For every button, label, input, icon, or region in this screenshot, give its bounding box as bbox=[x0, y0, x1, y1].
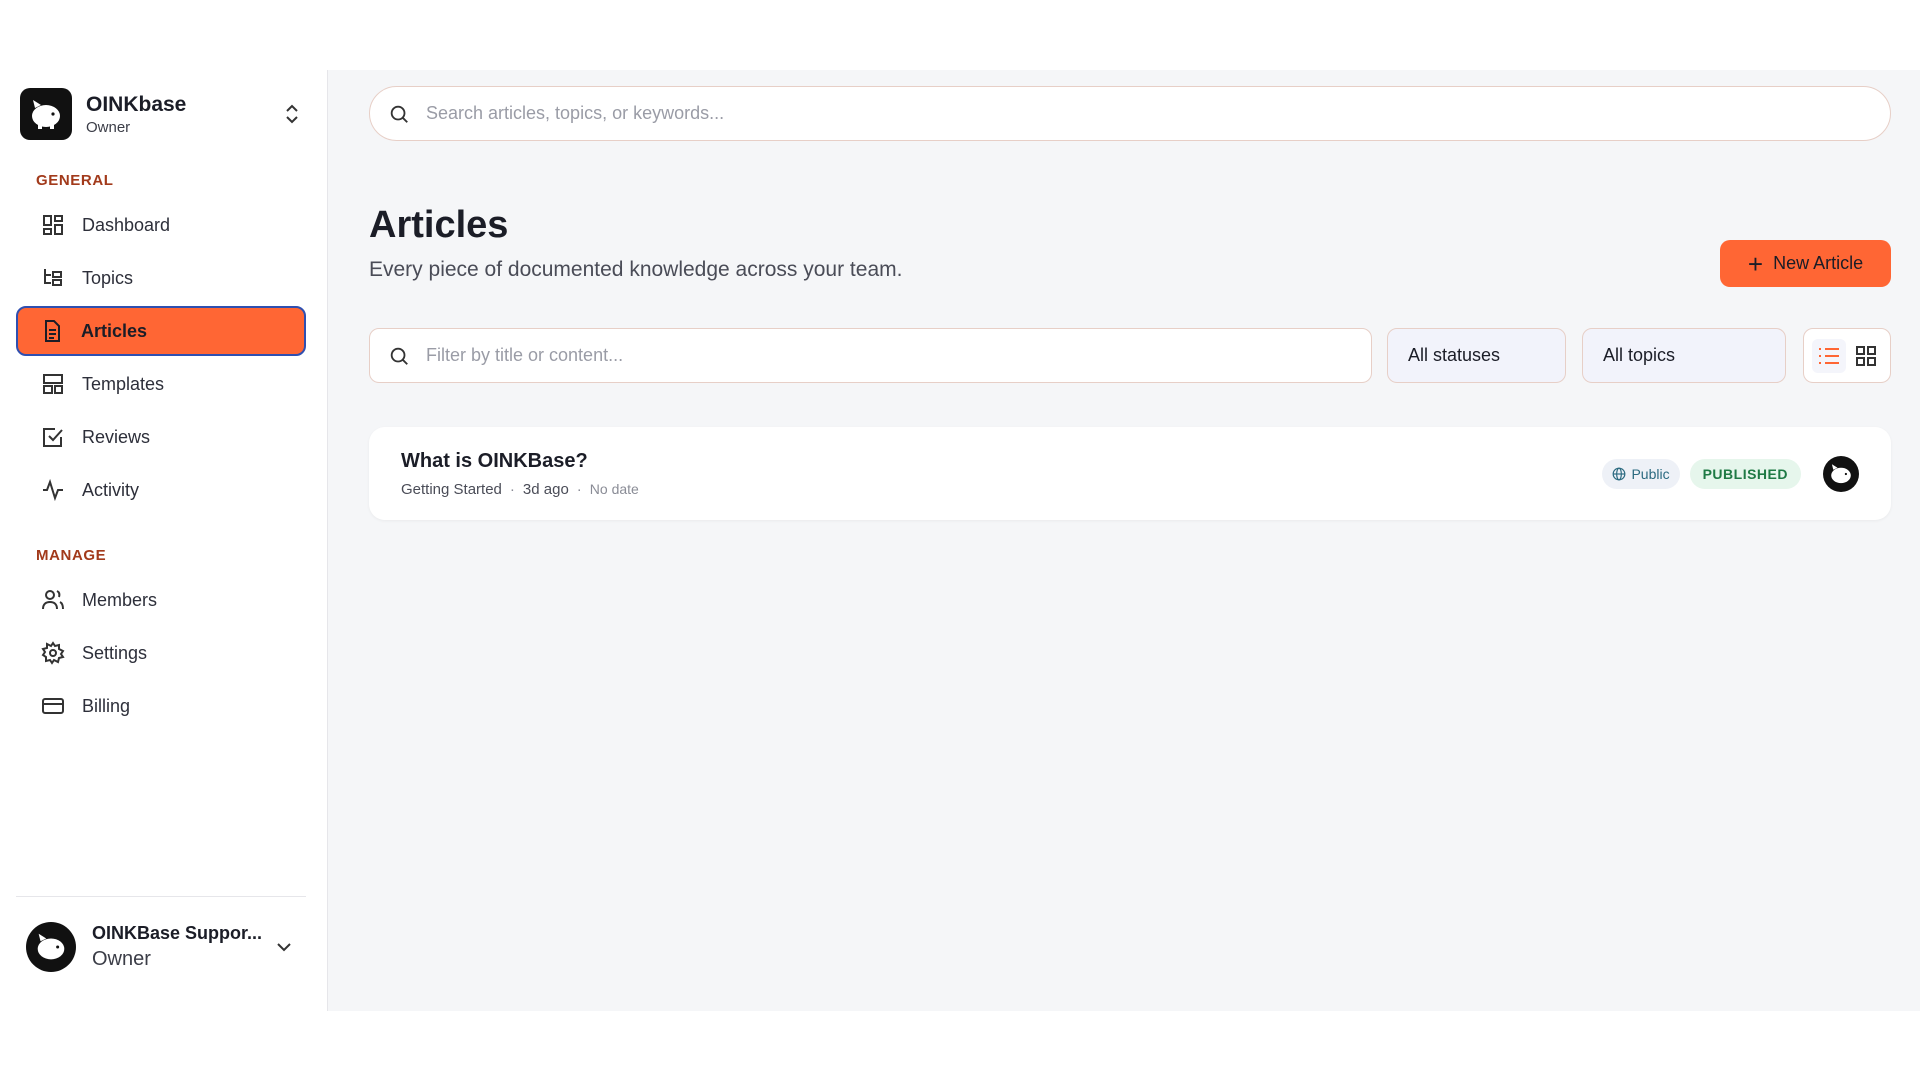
members-icon bbox=[40, 587, 66, 613]
workspace-name: OINKbase bbox=[86, 92, 187, 116]
dashboard-icon bbox=[40, 212, 66, 238]
manage-nav: Members Settings Billing bbox=[16, 575, 306, 734]
page-title: Articles bbox=[369, 204, 509, 246]
sidebar-item-settings[interactable]: Settings bbox=[16, 628, 306, 678]
settings-icon bbox=[40, 640, 66, 666]
avatar bbox=[26, 921, 76, 972]
app-window: OINKbase Owner GENERAL Dashboard Topics … bbox=[0, 70, 1920, 1011]
list-view-icon[interactable] bbox=[1811, 338, 1846, 373]
topics-icon bbox=[40, 265, 66, 291]
visibility-label: Public bbox=[1631, 465, 1670, 482]
pig-avatar-icon bbox=[37, 933, 65, 959]
article-topic: Getting Started bbox=[401, 480, 502, 498]
status-select[interactable]: All statuses bbox=[1387, 328, 1566, 383]
search-input[interactable] bbox=[426, 103, 1778, 124]
separator-dot: · bbox=[576, 480, 582, 498]
article-meta: Getting Started · 3d ago · No date bbox=[401, 481, 1602, 498]
sidebar-item-dashboard[interactable]: Dashboard bbox=[16, 200, 306, 250]
sidebar-item-label: Dashboard bbox=[82, 214, 171, 235]
user-role: Owner bbox=[92, 947, 151, 970]
sidebar-item-reviews[interactable]: Reviews bbox=[16, 412, 306, 462]
globe-icon bbox=[1612, 467, 1626, 481]
new-article-button[interactable]: + New Article bbox=[1720, 240, 1891, 287]
reviews-icon bbox=[40, 424, 66, 450]
search-icon bbox=[388, 345, 410, 367]
topic-select[interactable]: All topics bbox=[1582, 328, 1786, 383]
article-date: No date bbox=[589, 481, 639, 497]
article-updated: 3d ago bbox=[522, 480, 569, 498]
sidebar-item-label: Billing bbox=[82, 695, 131, 716]
billing-icon bbox=[40, 693, 66, 719]
sidebar-item-label: Topics bbox=[82, 267, 134, 288]
sidebar-item-label: Templates bbox=[82, 373, 165, 394]
plus-icon: + bbox=[1747, 248, 1764, 279]
grid-view-icon[interactable] bbox=[1849, 339, 1883, 373]
search-icon bbox=[388, 103, 410, 125]
visibility-badge: Public bbox=[1602, 458, 1680, 489]
global-search[interactable] bbox=[369, 86, 1891, 141]
sidebar-item-label: Reviews bbox=[82, 426, 151, 447]
view-toggle bbox=[1803, 328, 1891, 383]
main-content: Articles Every piece of documented knowl… bbox=[328, 70, 1920, 1011]
article-info: What is OINKBase? Getting Started · 3d a… bbox=[401, 450, 1602, 498]
articles-icon bbox=[39, 318, 65, 344]
user-name: OINKBase Suppor... bbox=[92, 922, 263, 943]
chevron-up-down-icon[interactable] bbox=[280, 102, 304, 126]
sidebar-item-label: Settings bbox=[82, 642, 148, 663]
workspace-switcher[interactable]: OINKbase Owner bbox=[20, 86, 304, 142]
sidebar-item-templates[interactable]: Templates bbox=[16, 359, 306, 409]
separator-dot: · bbox=[509, 480, 515, 498]
sidebar-item-activity[interactable]: Activity bbox=[16, 465, 306, 515]
page-subtitle: Every piece of documented knowledge acro… bbox=[369, 258, 903, 281]
pig-logo-icon bbox=[32, 100, 60, 129]
user-text: OINKBase Suppor... Owner bbox=[92, 923, 276, 971]
workspace-role: Owner bbox=[86, 118, 131, 136]
article-card[interactable]: What is OINKBase? Getting Started · 3d a… bbox=[369, 427, 1891, 520]
sidebar-item-label: Activity bbox=[82, 479, 140, 500]
author-avatar bbox=[1823, 455, 1859, 492]
sidebar-item-members[interactable]: Members bbox=[16, 575, 306, 625]
pig-avatar-icon bbox=[1831, 463, 1851, 483]
sidebar-item-billing[interactable]: Billing bbox=[16, 681, 306, 731]
workspace-logo bbox=[20, 88, 72, 140]
status-badge: PUBLISHED bbox=[1689, 458, 1801, 489]
sidebar: OINKbase Owner GENERAL Dashboard Topics … bbox=[0, 70, 328, 1011]
workspace-text: OINKbase Owner bbox=[86, 93, 280, 136]
templates-icon bbox=[40, 371, 66, 397]
activity-icon bbox=[40, 477, 66, 503]
filter-box[interactable] bbox=[369, 328, 1372, 383]
user-menu[interactable]: OINKBase Suppor... Owner bbox=[16, 896, 306, 996]
sidebar-item-articles[interactable]: Articles bbox=[16, 306, 306, 356]
section-title-manage: MANAGE bbox=[36, 547, 107, 564]
sidebar-item-label: Articles bbox=[81, 320, 148, 341]
chevron-down-icon[interactable] bbox=[276, 942, 292, 952]
general-nav: Dashboard Topics Articles Templates Revi… bbox=[16, 200, 306, 518]
section-title-general: GENERAL bbox=[36, 172, 114, 189]
new-article-label: New Article bbox=[1773, 253, 1864, 273]
filter-input[interactable] bbox=[426, 345, 1311, 366]
sidebar-item-label: Members bbox=[82, 589, 158, 610]
article-title: What is OINKBase? bbox=[401, 449, 588, 472]
sidebar-item-topics[interactable]: Topics bbox=[16, 253, 306, 303]
